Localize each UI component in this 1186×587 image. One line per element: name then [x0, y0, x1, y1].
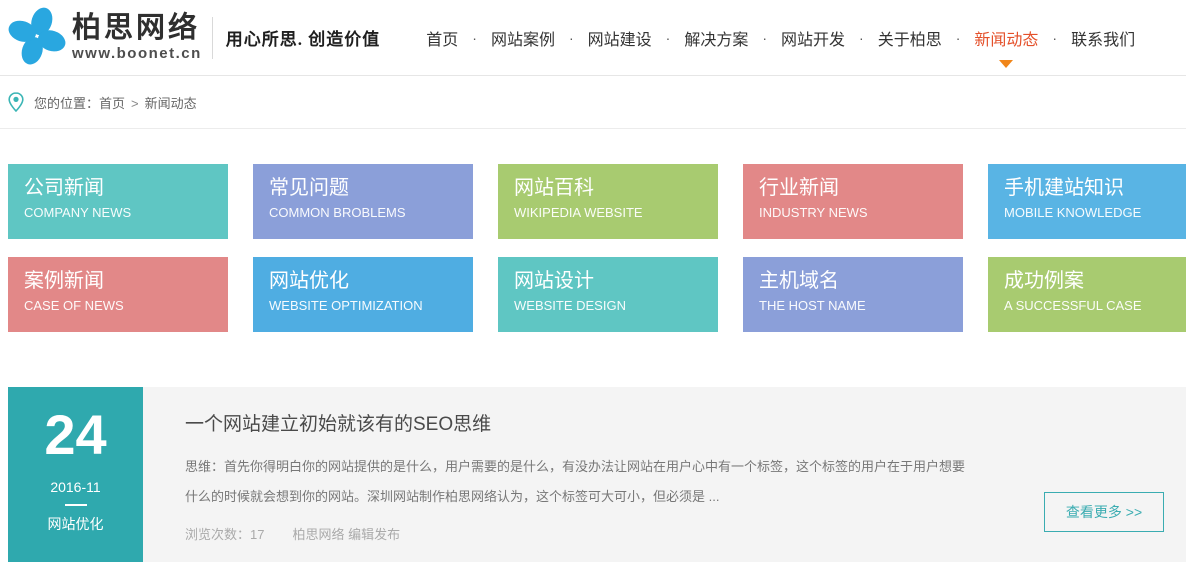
category-card-subtitle: WEBSITE OPTIMIZATION [269, 298, 473, 313]
nav-item-4[interactable]: 网站开发 [781, 20, 845, 56]
nav-separator: · [859, 30, 864, 46]
category-card-title: 网站优化 [269, 268, 473, 294]
nav-item-0[interactable]: 首页 [426, 20, 458, 56]
date-divider [65, 504, 87, 506]
nav-separator: · [1052, 30, 1057, 46]
news-list-item: 24 2016-11 网站优化 一个网站建立初始就该有的SEO思维 思维：首先你… [8, 387, 1186, 562]
nav-item-7[interactable]: 联系我们 [1071, 20, 1135, 56]
logo[interactable]: 柏思网络 www.boonet.cn [8, 7, 202, 69]
logo-flower-icon [8, 7, 66, 69]
news-content: 一个网站建立初始就该有的SEO思维 思维：首先你得明白你的网站提供的是什么，用户… [143, 387, 1186, 562]
breadcrumb-text: 您的位置：首页 > 新闻动态 [34, 93, 197, 112]
header-divider [212, 17, 213, 59]
main-nav: 首页 · 网站案例 · 网站建设 · 解决方案 · 网站开发 · 关于柏思 · 新闻动态 · 联系我们 [426, 20, 1135, 56]
news-date-month: 2016-11 [50, 479, 100, 495]
category-card-subtitle: A SUCCESSFUL CASE [1004, 298, 1186, 313]
category-card-title: 手机建站知识 [1004, 175, 1186, 201]
nav-item-6[interactable]: 新闻动态 [974, 20, 1038, 56]
category-grid: 公司新闻 COMPANY NEWS 常见问题 COMMON BROBLEMS 网… [0, 164, 1186, 332]
category-card-6[interactable]: 网站优化 WEBSITE OPTIMIZATION [253, 257, 473, 332]
nav-item-5[interactable]: 关于柏思 [878, 20, 942, 56]
site-header: 柏思网络 www.boonet.cn 用心所思. 创造价值 首页 · 网站案例 · 网站… [0, 0, 1186, 76]
nav-separator: · [472, 30, 477, 46]
news-category-label: 网站优化 [48, 514, 104, 534]
location-pin-icon [8, 92, 24, 112]
nav-separator: · [666, 30, 671, 46]
category-card-subtitle: COMMON BROBLEMS [269, 205, 473, 220]
nav-separator: · [569, 30, 574, 46]
news-publisher: 柏思网络 编辑发布 [292, 527, 400, 542]
category-card-subtitle: INDUSTRY NEWS [759, 205, 963, 220]
category-card-subtitle: THE HOST NAME [759, 298, 963, 313]
category-card-subtitle: COMPANY NEWS [24, 205, 228, 220]
category-card-3[interactable]: 行业新闻 INDUSTRY NEWS [743, 164, 963, 239]
category-card-7[interactable]: 网站设计 WEBSITE DESIGN [498, 257, 718, 332]
category-card-4[interactable]: 手机建站知识 MOBILE KNOWLEDGE [988, 164, 1186, 239]
nav-item-3[interactable]: 解决方案 [684, 20, 748, 56]
breadcrumb-current: 新闻动态 [145, 96, 197, 111]
nav-item-1[interactable]: 网站案例 [491, 20, 555, 56]
breadcrumb-home-link[interactable]: 首页 [99, 96, 125, 111]
logo-url: www.boonet.cn [72, 45, 202, 62]
category-card-1[interactable]: 常见问题 COMMON BROBLEMS [253, 164, 473, 239]
category-card-subtitle: MOBILE KNOWLEDGE [1004, 205, 1186, 220]
category-card-title: 网站百科 [514, 175, 718, 201]
category-card-title: 主机域名 [759, 268, 963, 294]
news-excerpt: 思维：首先你得明白你的网站提供的是什么，用户需要的是什么，有没办法让网站在用户心… [185, 452, 975, 512]
breadcrumb-prefix: 您的位置： [34, 96, 99, 111]
category-card-0[interactable]: 公司新闻 COMPANY NEWS [8, 164, 228, 239]
news-title-link[interactable]: 一个网站建立初始就该有的SEO思维 [185, 409, 1186, 436]
category-card-subtitle: WEBSITE DESIGN [514, 298, 718, 313]
slogan: 用心所思. 创造价值 [226, 25, 381, 50]
category-card-title: 行业新闻 [759, 175, 963, 201]
nav-separator: · [956, 30, 961, 46]
category-card-title: 常见问题 [269, 175, 473, 201]
category-card-subtitle: WIKIPEDIA WEBSITE [514, 205, 718, 220]
news-date-badge[interactable]: 24 2016-11 网站优化 [8, 387, 143, 562]
nav-separator: · [762, 30, 767, 46]
news-meta: 浏览次数：17 柏思网络 编辑发布 [185, 524, 1186, 543]
category-card-title: 案例新闻 [24, 268, 228, 294]
category-card-9[interactable]: 成功例案 A SUCCESSFUL CASE [988, 257, 1186, 332]
news-date-day: 24 [44, 407, 106, 463]
breadcrumb-separator: > [131, 96, 139, 111]
category-card-2[interactable]: 网站百科 WIKIPEDIA WEBSITE [498, 164, 718, 239]
breadcrumb: 您的位置：首页 > 新闻动态 [0, 76, 1186, 129]
nav-item-2[interactable]: 网站建设 [588, 20, 652, 56]
news-views: 浏览次数：17 [185, 527, 264, 542]
logo-title: 柏思网络 [72, 13, 202, 43]
category-card-5[interactable]: 案例新闻 CASE OF NEWS [8, 257, 228, 332]
view-more-button[interactable]: 查看更多 >> [1044, 492, 1164, 532]
category-card-title: 网站设计 [514, 268, 718, 294]
category-card-title: 成功例案 [1004, 268, 1186, 294]
category-card-title: 公司新闻 [24, 175, 228, 201]
category-card-subtitle: CASE OF NEWS [24, 298, 228, 313]
category-card-8[interactable]: 主机域名 THE HOST NAME [743, 257, 963, 332]
